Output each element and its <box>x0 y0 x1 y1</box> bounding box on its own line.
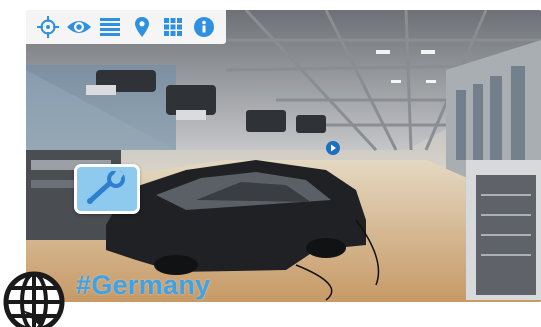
play-arrow-icon <box>326 141 340 155</box>
crosshair-button[interactable] <box>35 14 61 40</box>
view-toggle-button[interactable] <box>66 14 92 40</box>
nav-arrow-hotspot[interactable] <box>326 141 340 155</box>
location-hashtag: #Germany <box>76 270 211 300</box>
map-pin-icon <box>134 17 149 37</box>
grid-button[interactable] <box>160 14 186 40</box>
globe-logo <box>0 268 70 327</box>
panorama-view[interactable] <box>26 10 541 302</box>
location-button[interactable] <box>129 14 155 40</box>
crosshair-icon <box>36 16 59 38</box>
factory-scene-image <box>26 10 541 302</box>
list-icon <box>100 18 121 36</box>
eye-icon <box>66 21 91 33</box>
wrench-icon <box>87 171 125 204</box>
info-icon <box>194 17 215 37</box>
viewer-toolbar <box>26 10 226 44</box>
grid-icon <box>163 18 182 36</box>
globe-icon <box>3 271 65 327</box>
info-button[interactable] <box>191 14 217 40</box>
list-button[interactable] <box>97 14 123 40</box>
workshop-hotspot[interactable] <box>74 164 140 214</box>
